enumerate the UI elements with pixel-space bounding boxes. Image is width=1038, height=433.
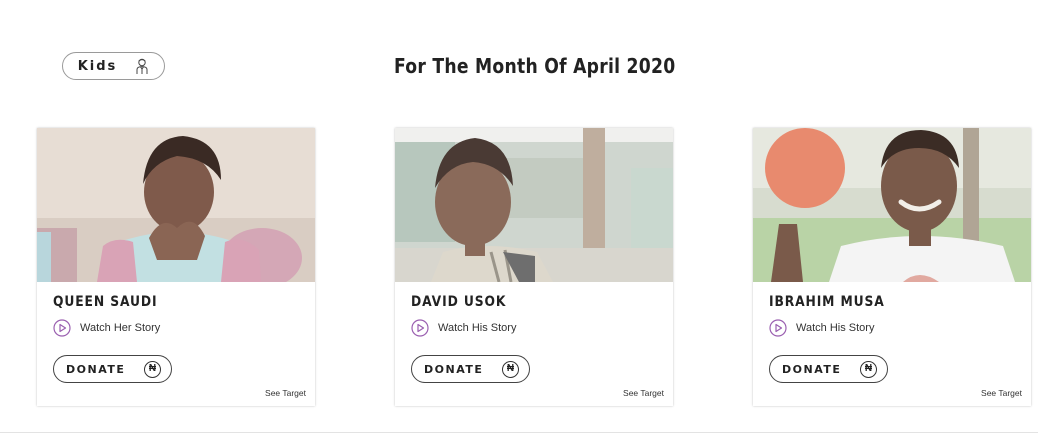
watch-story-link[interactable]: Watch Her Story: [53, 319, 160, 337]
kids-filter-label: Kids: [77, 58, 118, 74]
page-title: For The Month Of April 2020: [394, 54, 676, 78]
see-target-link[interactable]: See Target: [623, 388, 664, 398]
child-card: IBRAHIM MUSA Watch His Story DONATE ₦ Se…: [753, 128, 1031, 406]
child-name: DAVID USOK: [411, 294, 507, 310]
donate-label: DONATE: [424, 362, 484, 376]
child-icon: [135, 58, 149, 75]
watch-story-link[interactable]: Watch His Story: [411, 319, 516, 337]
donate-button[interactable]: DONATE ₦: [411, 355, 530, 383]
watch-story-label: Watch Her Story: [80, 322, 161, 334]
donate-label: DONATE: [782, 362, 842, 376]
donate-button[interactable]: DONATE ₦: [53, 355, 172, 383]
naira-icon: ₦: [860, 360, 877, 378]
see-target-link[interactable]: See Target: [265, 388, 306, 398]
child-name: IBRAHIM MUSA: [769, 294, 885, 310]
play-icon: [769, 319, 787, 337]
naira-icon: ₦: [144, 360, 161, 378]
child-photo-ibrahim-musa: [753, 128, 1031, 282]
child-photo-queen-saudi: [37, 128, 315, 282]
watch-story-link[interactable]: Watch His Story: [769, 319, 874, 337]
child-photo-david-usok: [395, 128, 673, 282]
watch-story-label: Watch His Story: [438, 322, 517, 334]
play-icon: [411, 319, 429, 337]
see-target-link[interactable]: See Target: [981, 388, 1022, 398]
play-icon: [53, 319, 71, 337]
donate-button[interactable]: DONATE ₦: [769, 355, 888, 383]
kids-filter-button[interactable]: Kids: [62, 52, 165, 80]
child-card: QUEEN SAUDI Watch Her Story DONATE ₦ See…: [37, 128, 315, 406]
watch-story-label: Watch His Story: [796, 322, 875, 334]
child-card: DAVID USOK Watch His Story DONATE ₦ See …: [395, 128, 673, 406]
donate-label: DONATE: [66, 362, 126, 376]
naira-icon: ₦: [502, 360, 519, 378]
child-name: QUEEN SAUDI: [53, 294, 158, 310]
